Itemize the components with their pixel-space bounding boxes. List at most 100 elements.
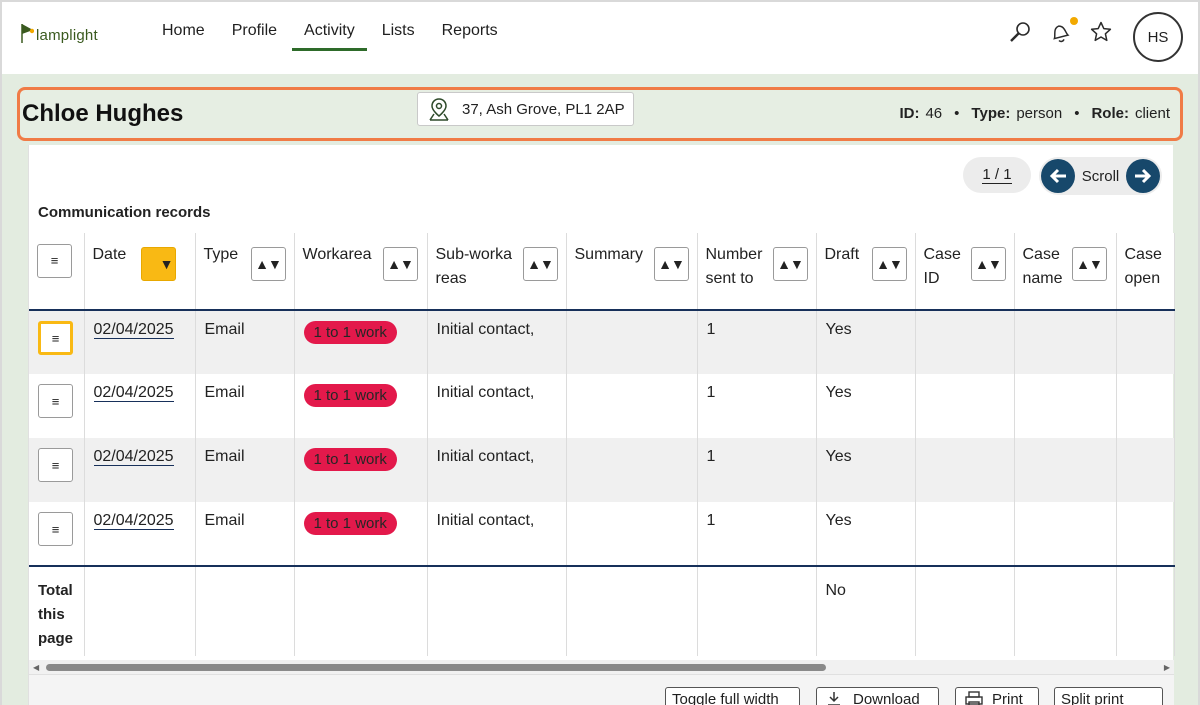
person-header: Chloe Hughes 37, Ash Grove, PL1 2AP ID: … xyxy=(17,87,1183,141)
row-menu-button[interactable]: ≡ xyxy=(38,448,73,482)
workarea-cell: 1 to 1 work xyxy=(294,374,428,438)
subworkareas-cell: Initial contact, xyxy=(427,438,567,502)
date-filter-button[interactable]: ▼ xyxy=(140,247,176,281)
col-header-label: Case ID xyxy=(923,246,961,287)
sort-button[interactable]: ▲▼ xyxy=(871,247,907,281)
search-icon[interactable] xyxy=(1008,20,1032,49)
col-header-case-open: Case open xyxy=(1116,233,1175,310)
date-link[interactable]: 02/04/2025 xyxy=(93,448,174,466)
sort-button[interactable]: ▲▼ xyxy=(970,247,1006,281)
col-header-label: Summary xyxy=(574,246,643,263)
scrollbar-thumb[interactable] xyxy=(46,664,826,671)
nav-activity[interactable]: Activity xyxy=(292,16,367,51)
nav-lists[interactable]: Lists xyxy=(370,16,427,51)
toggle-full-width-button[interactable]: Toggle full width xyxy=(665,687,800,705)
footer-cell xyxy=(915,566,1015,656)
nav-reports[interactable]: Reports xyxy=(430,16,510,51)
records-panel: 1 / 1 Scroll Communication records ≡ Dat… xyxy=(28,145,1175,705)
footer-cell xyxy=(427,566,567,656)
nav-home[interactable]: Home xyxy=(150,16,217,51)
sort-button[interactable]: ▲▼ xyxy=(522,247,558,281)
total-this-page-label: Total this page xyxy=(29,566,85,656)
bell-icon[interactable] xyxy=(1047,19,1073,50)
sort-button[interactable]: ▲▼ xyxy=(772,247,808,281)
arrow-right-icon xyxy=(1134,168,1152,184)
sort-button[interactable]: ▲▼ xyxy=(653,247,689,281)
subworkareas-cell: Initial contact, xyxy=(427,310,567,374)
table-actions-bar: Toggle full width Download Print Split p… xyxy=(29,674,1174,705)
type-cell: Email xyxy=(195,438,295,502)
footer-cell xyxy=(566,566,698,656)
main-nav: Home Profile Activity Lists Reports xyxy=(150,16,513,51)
app-logo[interactable]: lamplight xyxy=(20,18,98,44)
col-header-case-name: Case name ▲▼ xyxy=(1014,233,1117,310)
row-menu-button[interactable]: ≡ xyxy=(38,512,73,546)
number-sent-to-cell: 1 xyxy=(697,438,817,502)
date-link[interactable]: 02/04/2025 xyxy=(93,512,174,530)
arrow-left-icon xyxy=(1049,168,1066,184)
footer-cell xyxy=(294,566,428,656)
table-row: ≡ 02/04/2025 Email 1 to 1 work Initial c… xyxy=(29,310,1175,374)
scrollbar-right-arrow-icon[interactable]: ▶ xyxy=(1164,663,1170,672)
workarea-tag: 1 to 1 work xyxy=(303,384,397,407)
scroll-control: Scroll xyxy=(1039,157,1162,195)
workarea-tag: 1 to 1 work xyxy=(303,512,397,535)
row-menu-cell: ≡ xyxy=(29,438,85,502)
scroll-left-button[interactable] xyxy=(1041,159,1075,193)
date-link[interactable]: 02/04/2025 xyxy=(93,321,174,339)
app-logo-text: lamplight xyxy=(36,27,98,44)
type-label: Type: xyxy=(971,105,1011,122)
split-print-button[interactable]: Split print xyxy=(1054,687,1163,705)
draft-cell: Yes xyxy=(816,374,916,438)
column-menu-button[interactable]: ≡ xyxy=(37,244,72,278)
row-menu-button[interactable]: ≡ xyxy=(38,321,73,355)
case-name-cell xyxy=(1014,502,1117,566)
case-open-cell xyxy=(1116,438,1175,502)
star-icon[interactable] xyxy=(1089,20,1113,49)
case-open-cell xyxy=(1116,374,1175,438)
type-value: person xyxy=(1016,105,1063,122)
scrollbar-left-arrow-icon[interactable]: ◀ xyxy=(33,663,39,672)
download-button[interactable]: Download xyxy=(816,687,939,705)
case-name-cell xyxy=(1014,310,1117,374)
workarea-tag: 1 to 1 work xyxy=(303,321,397,344)
scroll-right-button[interactable] xyxy=(1125,159,1160,193)
print-button[interactable]: Print xyxy=(955,687,1039,705)
footer-cell xyxy=(84,566,196,656)
date-cell: 02/04/2025 xyxy=(84,310,196,374)
row-menu-cell: ≡ xyxy=(29,310,85,374)
nav-profile[interactable]: Profile xyxy=(220,16,289,51)
sort-button[interactable]: ▲▼ xyxy=(382,247,418,281)
person-name: Chloe Hughes xyxy=(22,100,184,127)
page-indicator[interactable]: 1 / 1 xyxy=(963,157,1031,193)
footer-cell xyxy=(697,566,817,656)
printer-icon xyxy=(964,691,984,705)
row-menu-button[interactable]: ≡ xyxy=(38,384,73,418)
subworkareas-cell: Initial contact, xyxy=(427,502,567,566)
col-header-workarea: Workarea ▲▼ xyxy=(294,233,428,310)
case-name-cell xyxy=(1014,374,1117,438)
sort-button[interactable]: ▲▼ xyxy=(1071,247,1107,281)
col-header-label: Sub-workareas xyxy=(435,246,512,287)
workarea-tag: 1 to 1 work xyxy=(303,448,397,471)
date-link[interactable]: 02/04/2025 xyxy=(93,384,174,402)
person-meta: ID: 46 • Type: person • Role: client xyxy=(899,105,1170,122)
horizontal-scrollbar[interactable]: ◀ ▶ xyxy=(29,660,1174,674)
meta-separator: • xyxy=(1074,105,1080,122)
notification-dot xyxy=(1070,17,1078,25)
download-label: Download xyxy=(853,691,920,705)
summary-cell xyxy=(566,374,698,438)
sort-button[interactable]: ▲▼ xyxy=(250,247,286,281)
col-header-number-sent-to: Number sent to ▲▼ xyxy=(697,233,817,310)
user-avatar[interactable]: HS xyxy=(1133,12,1183,62)
number-sent-to-cell: 1 xyxy=(697,374,817,438)
lamp-logo-icon xyxy=(20,22,35,44)
select-column-header: ≡ xyxy=(29,233,85,310)
case-open-cell xyxy=(1116,502,1175,566)
table-row: ≡ 02/04/2025 Email 1 to 1 work Initial c… xyxy=(29,438,1175,502)
summary-cell xyxy=(566,310,698,374)
address-button[interactable]: 37, Ash Grove, PL1 2AP xyxy=(417,92,634,126)
col-header-label: Number sent to xyxy=(705,246,763,287)
subworkareas-cell: Initial contact, xyxy=(427,374,567,438)
date-cell: 02/04/2025 xyxy=(84,438,196,502)
